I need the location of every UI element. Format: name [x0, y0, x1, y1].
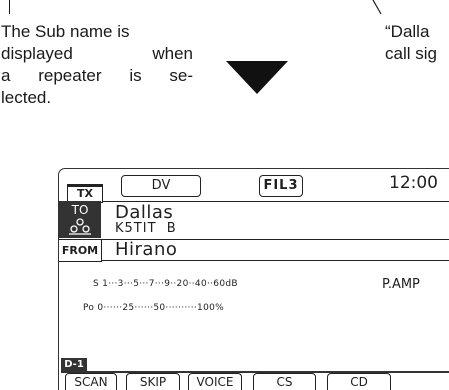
to-name: Dallas: [115, 202, 174, 223]
clock: 12:00: [389, 173, 438, 193]
callout-line: call sig: [385, 44, 437, 63]
from-label: FROM: [59, 239, 102, 262]
callout-text-left: The Sub name is displayed when a repeate…: [1, 21, 193, 109]
memory-channel-tag: D-1: [61, 358, 87, 371]
callout-line: lected.: [1, 88, 52, 107]
softkey-skip[interactable]: SKIP: [126, 373, 180, 390]
callout-leader-right: [372, 0, 382, 15]
callout-line: The Sub name is: [1, 22, 130, 41]
s-meter-scale: S 1···3···5···7···9··20··40··60dB: [93, 279, 238, 289]
softkey-cs[interactable]: CS: [253, 373, 316, 390]
softkey-cd[interactable]: CD: [327, 373, 391, 390]
preamp-indicator: P.AMP: [382, 277, 420, 292]
from-name: Hirano: [115, 239, 178, 260]
softkey-voice[interactable]: VOICE: [188, 373, 242, 390]
to-label: TO: [71, 203, 89, 217]
callout-line: “Dalla: [385, 22, 430, 41]
radio-lcd-screen: TX DV FIL3 12:00 TO Dallas K5TIT B FROM …: [58, 168, 449, 390]
callout-text-right: “Dalla call sig: [385, 21, 449, 65]
filter-indicator: FIL3: [259, 175, 303, 197]
group-icon: [69, 218, 91, 235]
to-label-tag: TO: [59, 201, 101, 238]
callout-line: displayed when: [1, 44, 193, 63]
mode-dv-indicator: DV: [121, 175, 201, 197]
down-arrow-icon: [226, 61, 288, 94]
callout-line: a repeater is se-: [1, 66, 193, 85]
po-meter-scale: Po 0······25······50··········100%: [83, 303, 224, 313]
softkey-scan[interactable]: SCAN: [65, 373, 117, 390]
to-callsign: K5TIT B: [115, 221, 177, 236]
callout-leader-left: [9, 0, 10, 14]
